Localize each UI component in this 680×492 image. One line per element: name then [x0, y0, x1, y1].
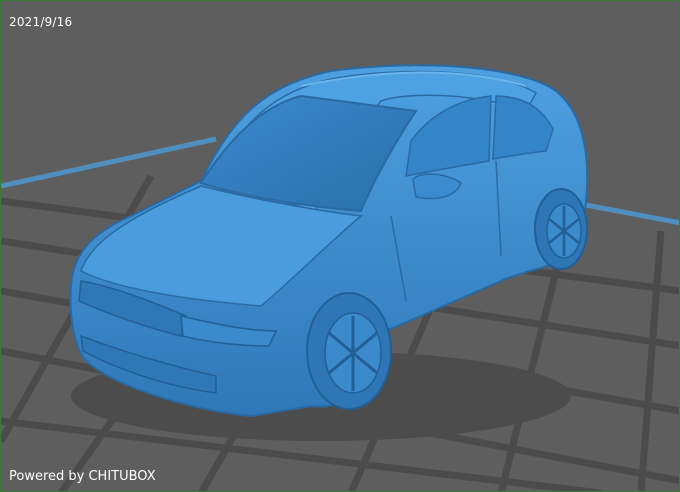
date-label: 2021/9/16: [9, 15, 73, 29]
3d-viewport[interactable]: 2021/9/16 Powered by CHITUBOX: [0, 0, 680, 492]
rear-wheel: [534, 188, 588, 270]
powered-by-label: Powered by CHITUBOX: [9, 469, 156, 484]
print-platform-scene[interactable]: [1, 1, 680, 492]
car-model[interactable]: [69, 64, 589, 418]
front-wheel: [306, 292, 392, 410]
